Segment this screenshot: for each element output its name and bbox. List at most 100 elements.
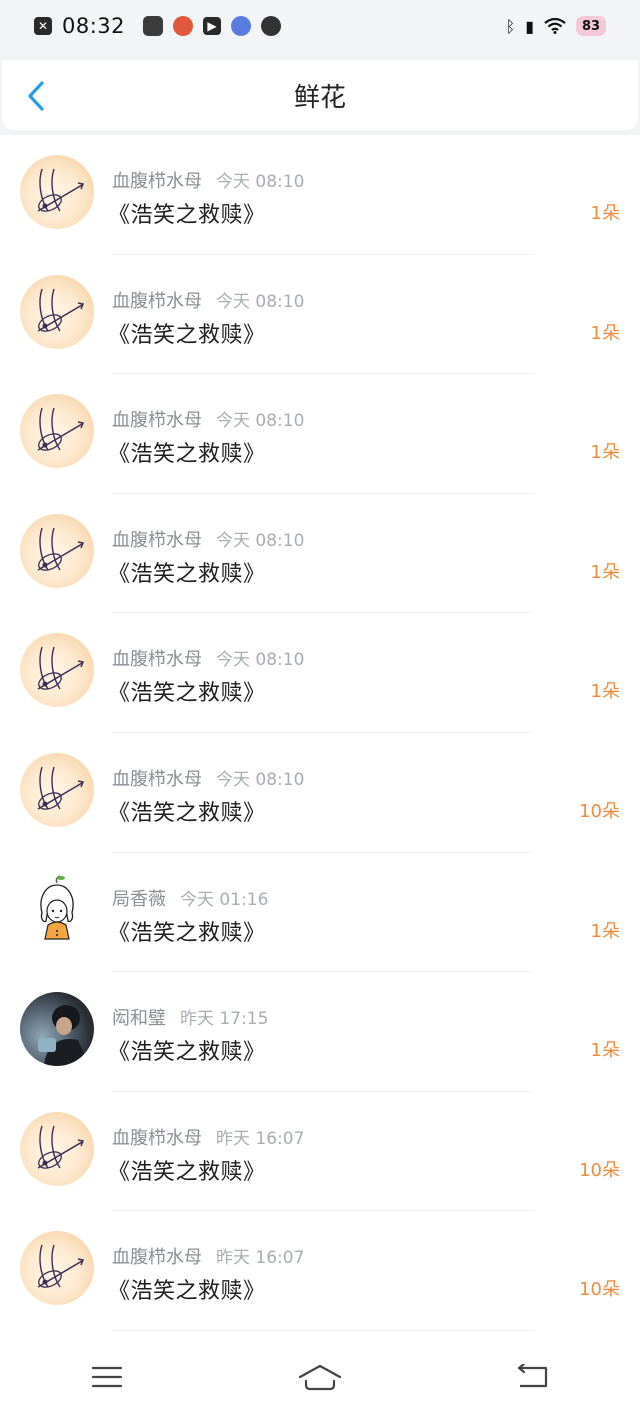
list-item[interactable]: 血腹栉水母 今天 08:10 《浩笑之救赎》 1朵 — [0, 135, 640, 255]
list-item[interactable]: 血腹栉水母 今天 08:10 《浩笑之救赎》 1朵 — [0, 494, 640, 614]
book-title[interactable]: 《浩笑之救赎》 — [108, 317, 266, 349]
page-header: 鲜花 — [2, 60, 638, 132]
username[interactable]: 血腹栉水母 — [112, 406, 202, 432]
flower-amount: 1朵 — [590, 561, 620, 583]
avatar[interactable] — [20, 274, 94, 349]
play-icon: ▶ — [203, 17, 222, 35]
item-meta: 血腹栉水母 昨天 16:07 — [112, 1124, 304, 1150]
book-title[interactable]: 《浩笑之救赎》 — [108, 556, 266, 588]
back-button[interactable] — [20, 80, 52, 112]
status-right: ᛒ ▮ 83 — [506, 16, 606, 36]
avatar[interactable] — [20, 872, 94, 947]
username[interactable]: 血腹栉水母 — [112, 167, 202, 193]
list-item[interactable]: 血腹栉水母 今天 08:10 《浩笑之救赎》 1朵 — [0, 613, 640, 733]
username[interactable]: 血腹栉水母 — [112, 287, 202, 313]
username[interactable]: 血腹栉水母 — [112, 526, 202, 552]
item-meta: 血腹栉水母 昨天 16:07 — [112, 1243, 304, 1269]
timestamp: 昨天 16:07 — [216, 1128, 305, 1149]
status-time: 08:32 — [62, 14, 126, 38]
signature-avatar-icon — [37, 527, 85, 571]
book-title[interactable]: 《浩笑之救赎》 — [108, 436, 266, 468]
book-title[interactable]: 《浩笑之救赎》 — [108, 795, 266, 827]
username[interactable]: 局香薇 — [112, 885, 166, 911]
avatar[interactable] — [20, 1111, 94, 1186]
avatar[interactable] — [20, 1231, 94, 1306]
avatar[interactable] — [20, 513, 94, 588]
status-left: ✕ 08:32 ▶ — [34, 14, 282, 38]
book-title[interactable]: 《浩笑之救赎》 — [108, 915, 266, 947]
avatar[interactable] — [20, 752, 94, 827]
book-title[interactable]: 《浩笑之救赎》 — [108, 1273, 266, 1305]
list-item[interactable]: 血腹栉水母 今天 08:10 《浩笑之救赎》 1朵 — [0, 255, 640, 375]
timestamp: 今天 08:10 — [216, 530, 305, 551]
app-icon-2 — [173, 16, 194, 36]
list-item[interactable]: 局香薇 今天 01:16 《浩笑之救赎》 1朵 — [0, 853, 640, 973]
username[interactable]: 血腹栉水母 — [112, 765, 202, 791]
item-meta: 血腹栉水母 今天 08:10 — [112, 287, 304, 313]
signature-avatar-icon — [37, 766, 85, 810]
book-title[interactable]: 《浩笑之救赎》 — [108, 197, 266, 229]
battery-icon: 83 — [576, 16, 606, 36]
signature-avatar-icon — [37, 288, 85, 332]
timestamp: 今天 01:16 — [180, 889, 269, 910]
wifi-icon — [544, 18, 566, 34]
menu-icon — [91, 1366, 122, 1388]
flower-amount: 10朵 — [579, 800, 620, 822]
flower-amount: 1朵 — [590, 920, 620, 942]
app-icon-3 — [231, 16, 252, 36]
username[interactable]: 血腹栉水母 — [112, 1243, 202, 1269]
system-nav-bar — [0, 1332, 640, 1422]
status-bar: ✕ 08:32 ▶ ᛒ ▮ 83 — [0, 0, 640, 52]
username[interactable]: 闳和璧 — [112, 1004, 166, 1030]
item-meta: 局香薇 今天 01:16 — [112, 885, 268, 911]
close-square-icon: ✕ — [34, 17, 52, 35]
item-meta: 血腹栉水母 今天 08:10 — [112, 167, 304, 193]
chevron-left-icon — [28, 81, 44, 111]
timestamp: 昨天 16:07 — [216, 1248, 305, 1269]
flower-amount: 1朵 — [590, 322, 620, 344]
signature-avatar-icon — [37, 1125, 85, 1169]
timestamp: 今天 08:10 — [216, 291, 305, 312]
list-item[interactable]: 血腹栉水母 昨天 16:07 《浩笑之救赎》 10朵 — [0, 1092, 640, 1212]
flower-amount: 10朵 — [579, 1159, 620, 1181]
username[interactable]: 血腹栉水母 — [112, 1124, 202, 1150]
signature-avatar-icon — [37, 407, 85, 451]
item-meta: 血腹栉水母 今天 08:10 — [112, 526, 304, 552]
avatar[interactable] — [20, 155, 94, 229]
page-title: 鲜花 — [293, 83, 346, 113]
avatar[interactable] — [20, 394, 94, 469]
bluetooth-icon: ᛒ — [505, 16, 516, 36]
divider — [112, 1329, 534, 1331]
menu-button[interactable] — [77, 1357, 137, 1397]
home-button[interactable] — [290, 1357, 350, 1397]
flower-amount: 1朵 — [590, 203, 620, 224]
timestamp: 昨天 17:15 — [180, 1009, 269, 1030]
timestamp: 今天 08:10 — [216, 650, 305, 671]
gift-list: 血腹栉水母 今天 08:10 《浩笑之救赎》 1朵 血腹栉水母 今天 08:10… — [0, 135, 640, 1332]
list-item[interactable]: 闳和璧 昨天 17:15 《浩笑之救赎》 1朵 — [0, 972, 640, 1092]
back-nav-button[interactable] — [503, 1357, 563, 1397]
username[interactable]: 血腹栉水母 — [112, 645, 202, 671]
girl-avatar-icon — [40, 874, 74, 940]
avatar[interactable] — [20, 992, 94, 1067]
flower-amount: 1朵 — [590, 1040, 620, 1062]
item-meta: 血腹栉水母 今天 08:10 — [112, 765, 304, 791]
signature-avatar-icon — [37, 1245, 85, 1289]
flower-amount: 1朵 — [590, 681, 620, 703]
timestamp: 今天 08:10 — [216, 769, 305, 790]
timestamp: 今天 08:10 — [216, 172, 305, 192]
photo-avatar-icon — [38, 1005, 90, 1067]
item-meta: 血腹栉水母 今天 08:10 — [112, 645, 304, 671]
list-item[interactable]: 血腹栉水母 今天 08:10 《浩笑之救赎》 10朵 — [0, 733, 640, 853]
book-title[interactable]: 《浩笑之救赎》 — [108, 675, 266, 707]
app-icon-1 — [143, 16, 164, 36]
book-title[interactable]: 《浩笑之救赎》 — [108, 1034, 266, 1066]
book-title[interactable]: 《浩笑之救赎》 — [108, 1154, 266, 1186]
vibrate-icon: ▮ — [525, 16, 534, 36]
avatar[interactable] — [20, 633, 94, 708]
list-item[interactable]: 血腹栉水母 今天 08:10 《浩笑之救赎》 1朵 — [0, 374, 640, 494]
list-item[interactable]: 血腹栉水母 昨天 16:07 《浩笑之救赎》 10朵 — [0, 1211, 640, 1331]
flower-amount: 1朵 — [590, 442, 620, 464]
item-meta: 闳和璧 昨天 17:15 — [112, 1004, 268, 1030]
signature-avatar-icon — [37, 168, 85, 212]
